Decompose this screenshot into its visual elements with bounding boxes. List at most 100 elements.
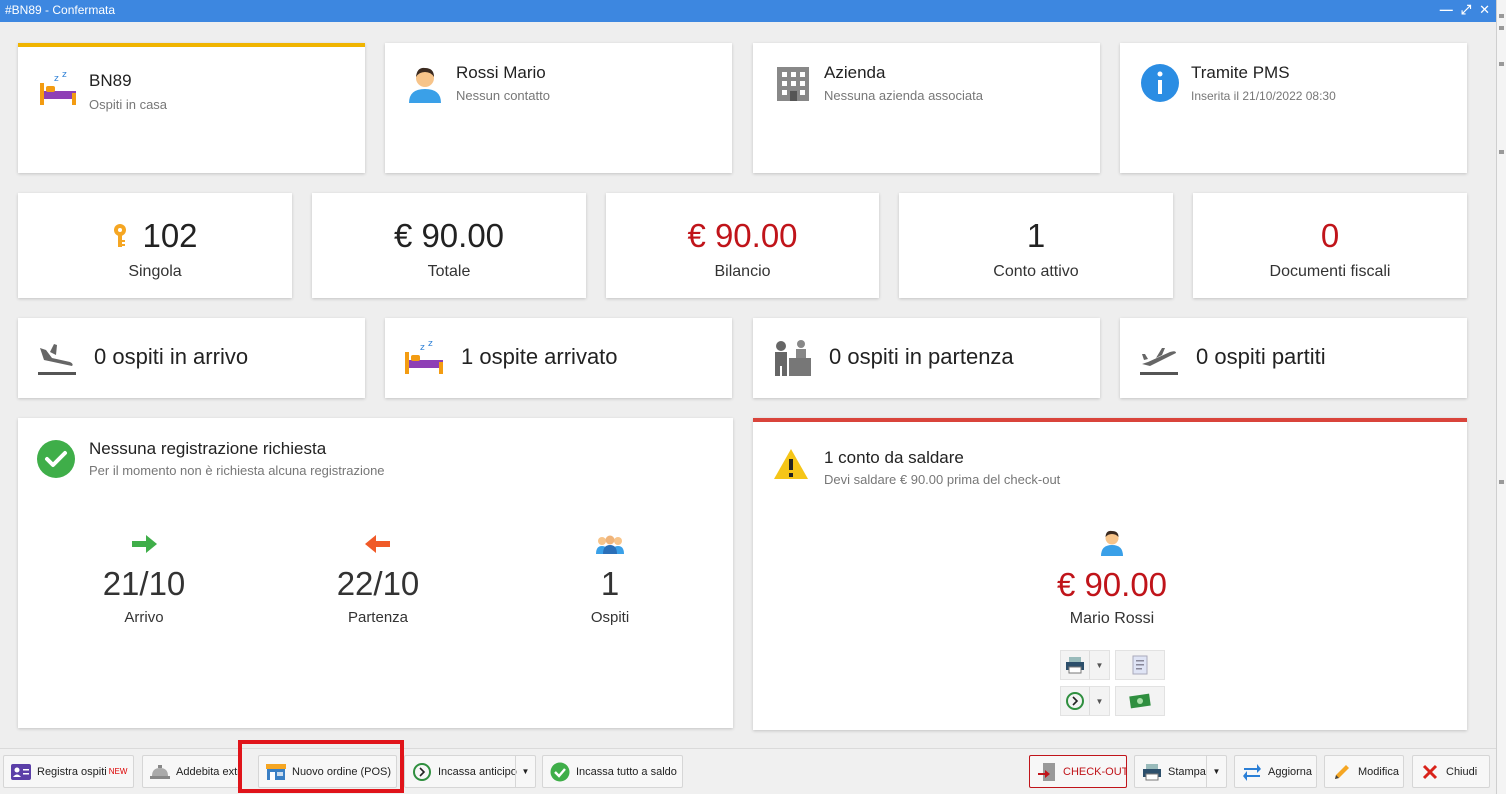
registration-card: Nessuna registrazione richiesta Per il m… <box>18 418 733 728</box>
cash-icon <box>1129 693 1151 709</box>
key-icon <box>114 224 127 247</box>
sleeping-bed-icon: z z <box>40 71 76 105</box>
balance-stat-card[interactable]: € 90.00 Bilancio <box>606 193 879 298</box>
check-circle-icon <box>37 440 75 478</box>
collect-deposit-label: Incassa anticipo <box>438 765 517 778</box>
id-card-icon <box>11 763 31 780</box>
active-account-stat-card[interactable]: 1 Conto attivo <box>899 193 1173 298</box>
refresh-clock-icon <box>1066 692 1084 710</box>
guests-label: Ospiti <box>590 609 630 626</box>
room-stat-card[interactable]: 102 Singola <box>18 193 292 298</box>
close-icon[interactable]: ✕ <box>1479 0 1490 20</box>
guest-name: Rossi Mario <box>456 63 546 82</box>
print-button[interactable]: Stampa ▼ <box>1134 755 1227 788</box>
register-guests-label: Registra ospiti <box>37 765 107 778</box>
refresh-button[interactable]: Aggiorna <box>1234 755 1317 788</box>
close-x-icon <box>1422 764 1438 779</box>
chevron-down-icon[interactable]: ▼ <box>515 756 535 787</box>
window-titlebar: #BN89 - Confermata — ⤢ ✕ <box>0 0 1496 22</box>
window-title: #BN89 - Confermata <box>5 3 116 17</box>
arrival-date: 21/10 <box>102 565 186 602</box>
chevron-down-icon[interactable]: ▼ <box>1089 651 1109 679</box>
charge-extra-button[interactable]: Addebita extr <box>142 755 240 788</box>
departed-guests-card[interactable]: 0 ospiti partiti <box>1120 318 1467 398</box>
arrow-left-icon <box>365 535 390 553</box>
registration-title: Nessuna registrazione richiesta <box>89 439 327 458</box>
pencil-icon <box>1335 764 1349 779</box>
svg-text:z: z <box>420 343 425 353</box>
arriving-guests-card[interactable]: 0 ospiti in arrivo <box>18 318 365 398</box>
check-circle-icon <box>550 762 570 781</box>
bottom-toolbar: Registra ospiti NEW Addebita extr Nuovo o… <box>0 748 1496 794</box>
cash-payment-button[interactable] <box>1115 686 1165 716</box>
company-status: Nessuna azienda associata <box>824 88 983 103</box>
arrival-column: 21/10 Arrivo <box>74 534 214 626</box>
printer-icon <box>1066 657 1084 674</box>
shop-icon <box>266 763 286 780</box>
arrival-label: Arrivo <box>124 609 164 626</box>
svg-text:z: z <box>62 71 67 80</box>
arrived-guests-card[interactable]: z z 1 ospite arrivato <box>385 318 732 398</box>
guest-contact: Nessun contatto <box>456 88 550 103</box>
receipt-button[interactable] <box>1115 650 1165 680</box>
new-badge: NEW <box>108 767 128 776</box>
balance-value: € 90.00 <box>687 217 798 254</box>
building-icon <box>777 67 809 101</box>
balance-label: Bilancio <box>714 263 771 280</box>
company-title: Azienda <box>824 63 886 82</box>
svg-text:z: z <box>428 339 433 349</box>
new-pos-order-label: Nuovo ordine (POS) <box>292 765 392 778</box>
guest-card[interactable]: Rossi Mario Nessun contatto <box>385 43 732 173</box>
source-card[interactable]: Tramite PMS Inserita il 21/10/2022 08:30 <box>1120 43 1467 173</box>
arrived-guests-text: 1 ospite arrivato <box>461 344 618 369</box>
guests-group-icon <box>596 535 624 554</box>
active-account-label: Conto attivo <box>993 263 1079 280</box>
source-title: Tramite PMS <box>1191 63 1290 82</box>
print-dropdown-button[interactable]: ▼ <box>1060 650 1110 680</box>
exit-door-icon <box>1038 762 1055 781</box>
total-stat-card[interactable]: € 90.00 Totale <box>312 193 586 298</box>
warning-icon <box>774 449 808 479</box>
refresh-clock-icon <box>413 762 431 781</box>
guests-column: 1 Ospiti <box>540 534 680 626</box>
sleeping-bed-icon: z z <box>405 339 443 374</box>
edit-button[interactable]: Modifica <box>1324 755 1404 788</box>
minimize-icon[interactable]: — <box>1440 0 1453 20</box>
close-button[interactable]: Chiudi <box>1412 755 1490 788</box>
print-label: Stampa <box>1168 765 1206 778</box>
source-date: Inserita il 21/10/2022 08:30 <box>1191 89 1336 103</box>
total-label: Totale <box>427 263 471 280</box>
receipt-icon <box>1132 655 1148 675</box>
chevron-down-icon[interactable]: ▼ <box>1206 756 1226 787</box>
departure-column: 22/10 Partenza <box>308 534 448 626</box>
service-bell-icon <box>150 764 170 779</box>
billing-guest-name: Mario Rossi <box>1069 610 1155 627</box>
billing-card: 1 conto da saldare Devi saldare € 90.00 … <box>753 418 1467 730</box>
fiscal-docs-stat-card[interactable]: 0 Documenti fiscali <box>1193 193 1467 298</box>
chevron-down-icon[interactable]: ▼ <box>1089 687 1109 715</box>
maximize-icon[interactable]: ⤢ <box>1461 0 1471 20</box>
company-card[interactable]: Azienda Nessuna azienda associata <box>753 43 1100 173</box>
registration-subtitle: Per il momento non è richiesta alcuna re… <box>89 463 385 478</box>
refresh-arrows-icon <box>1243 763 1261 781</box>
total-value: € 90.00 <box>393 217 505 254</box>
deposit-dropdown-button[interactable]: ▼ <box>1060 686 1110 716</box>
close-label: Chiudi <box>1446 765 1478 778</box>
booking-card[interactable]: z z BN89 Ospiti in casa <box>18 43 365 173</box>
edit-label: Modifica <box>1358 765 1399 778</box>
refresh-label: Aggiorna <box>1268 765 1313 778</box>
checkout-button[interactable]: CHECK-OUT <box>1029 755 1127 788</box>
svg-text:z: z <box>54 74 59 84</box>
departing-guests-card[interactable]: 0 ospiti in partenza <box>753 318 1100 398</box>
departed-guests-text: 0 ospiti partiti <box>1196 344 1326 369</box>
printer-icon <box>1143 763 1161 780</box>
collect-all-balance-button[interactable]: Incassa tutto a saldo <box>542 755 683 788</box>
billing-subtitle: Devi saldare € 90.00 prima del check-out <box>824 472 1061 487</box>
checkout-label: CHECK-OUT <box>1063 765 1127 778</box>
collect-deposit-button[interactable]: Incassa anticipo ▼ <box>404 755 536 788</box>
departure-label: Partenza <box>347 609 409 626</box>
new-pos-order-button[interactable]: Nuovo ordine (POS) <box>258 755 397 788</box>
register-guests-button[interactable]: Registra ospiti NEW <box>3 755 134 788</box>
room-number: 102 <box>142 217 198 254</box>
billing-amount: € 90.00 <box>1056 566 1168 603</box>
